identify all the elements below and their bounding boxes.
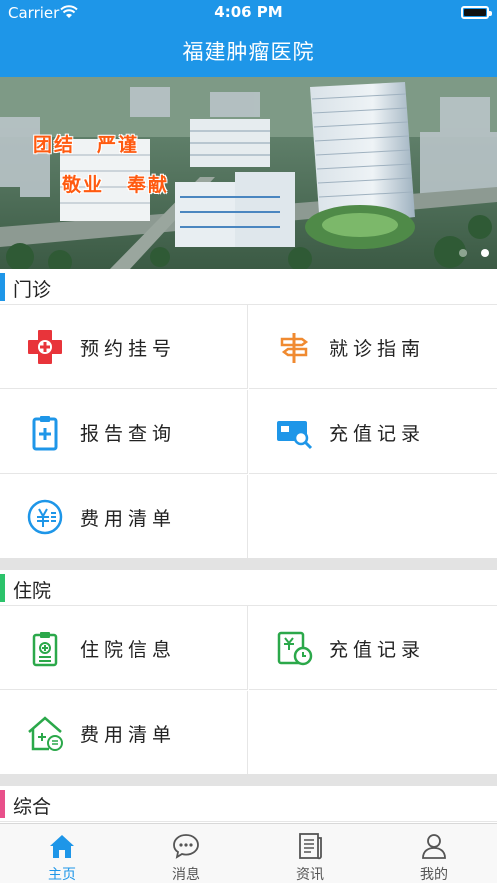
inpatient-recharge-record-button[interactable]: 充值记录 [249, 606, 497, 690]
home-icon [50, 835, 74, 858]
yen-clock-icon [277, 631, 313, 666]
hospital-banner[interactable]: 团结 严谨 敬业 奉献 [0, 77, 497, 269]
cell-label: 就诊指南 [329, 338, 426, 360]
page-title: 福建肿瘤医院 [182, 40, 315, 64]
empty-cell [249, 691, 497, 775]
cell-label: 充值记录 [329, 423, 426, 445]
section-header-outpatient: 门诊 [0, 269, 497, 305]
yen-circle-icon [27, 499, 63, 535]
tab-label: 资讯 [296, 867, 324, 883]
banner-slogan: 严谨 [97, 134, 140, 156]
section-title: 住院 [13, 580, 52, 602]
cell-label: 费用清单 [80, 508, 177, 530]
appointment-registration-button[interactable]: 预约挂号 [0, 305, 248, 389]
empty-cell [249, 475, 497, 559]
inpatient-expense-list-button[interactable]: 费用清单 [0, 691, 248, 775]
cell-label: 费用清单 [80, 724, 177, 746]
carousel-dot-active[interactable] [481, 249, 489, 257]
section-title: 综合 [13, 796, 52, 818]
section-title: 门诊 [13, 279, 52, 301]
cell-label: 住院信息 [80, 639, 177, 661]
cell-label: 报告查询 [80, 423, 177, 445]
banner-slogan: 奉献 [127, 174, 170, 196]
section-divider [0, 558, 497, 570]
news-icon [299, 833, 322, 860]
tab-profile[interactable]: 我的 [372, 824, 496, 883]
battery-icon [461, 6, 492, 19]
status-bar: Carrier 4:06 PM [0, 0, 497, 26]
inpatient-info-button[interactable]: 住院信息 [0, 606, 248, 690]
recharge-record-button[interactable]: 充值记录 [249, 390, 497, 474]
tab-label: 主页 [48, 867, 76, 883]
clipboard-report-icon [32, 416, 58, 451]
section-divider [0, 774, 497, 786]
card-search-icon [277, 421, 313, 450]
tab-home[interactable]: 主页 [0, 824, 124, 883]
bottom-tab-bar: 主页 消息 资讯 我的 [0, 823, 497, 883]
expense-list-button[interactable]: 费用清单 [0, 475, 248, 559]
house-list-icon [28, 716, 63, 751]
report-query-button[interactable]: 报告查询 [0, 390, 248, 474]
tab-messages[interactable]: 消息 [124, 824, 248, 883]
top-bar: Carrier 4:06 PM 福建肿瘤医院 [0, 0, 497, 77]
visit-guide-button[interactable]: 就诊指南 [249, 305, 497, 389]
tab-label: 消息 [172, 867, 200, 883]
section-header-inpatient: 住院 [0, 570, 497, 606]
tab-news[interactable]: 资讯 [248, 824, 372, 883]
banner-slogan: 团结 [33, 134, 76, 156]
carousel-dot[interactable] [459, 249, 467, 257]
chat-bubble-icon [173, 834, 199, 859]
tab-label: 我的 [420, 867, 448, 883]
signpost-icon [280, 333, 309, 363]
cell-label: 预约挂号 [80, 338, 177, 360]
section-accent-bar [0, 273, 5, 301]
carousel-indicator[interactable] [459, 249, 489, 257]
clipboard-medical-icon [32, 632, 58, 667]
section-accent-bar [0, 790, 5, 818]
user-icon [422, 834, 446, 859]
section-accent-bar [0, 574, 5, 602]
cell-label: 充值记录 [329, 639, 426, 661]
status-time: 4:06 PM [214, 3, 283, 21]
medical-cross-icon [28, 330, 62, 364]
section-header-general: 综合 [0, 786, 497, 822]
banner-slogan: 敬业 [62, 174, 105, 196]
